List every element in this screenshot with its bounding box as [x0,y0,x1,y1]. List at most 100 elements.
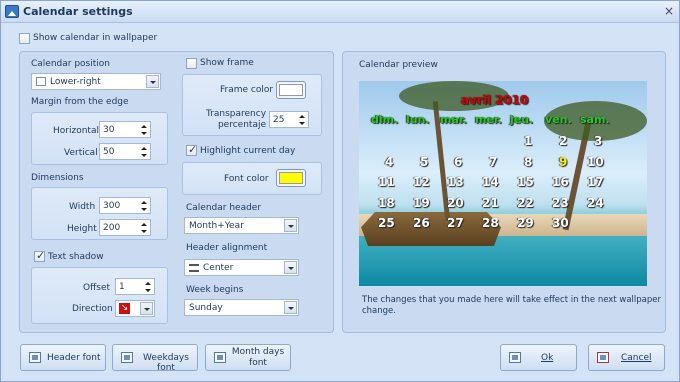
calendar-date: 29 [517,216,534,230]
close-icon[interactable]: × [662,4,676,18]
calendar-date: 13 [447,175,464,189]
height-value: 200 [103,223,121,233]
ok-button[interactable]: Ok [500,344,577,371]
calendar-date: 24 [587,195,604,210]
offset-spinner[interactable]: 1 [115,278,155,295]
calendar-date: 11 [378,175,395,189]
spin-up-icon[interactable] [141,201,147,204]
chevron-down-icon[interactable] [284,219,297,232]
height-label: Height [67,224,97,234]
header-font-button[interactable]: Header font [20,344,106,371]
calendar-date: 28 [482,216,499,230]
calendar-position-value: Lower-right [50,77,101,87]
chevron-down-icon[interactable] [140,302,153,315]
horizontal-spinner[interactable]: 30 [99,121,151,138]
font-icon [214,352,226,363]
calendar-date: 7 [489,154,498,169]
spin-down-icon[interactable] [141,230,147,233]
horizontal-label: Horizontal [53,126,99,136]
calendar-date: 16 [552,175,569,189]
ok-label: Ok [541,353,554,363]
spin-up-icon[interactable] [141,125,147,128]
chevron-down-icon[interactable] [146,75,159,88]
calendar-month-title: avril 2010 [461,93,529,107]
today-date: 9 [559,154,568,169]
vertical-value: 50 [103,147,115,157]
spin-up-icon[interactable] [299,115,305,118]
cancel-button[interactable]: Cancel [588,344,665,371]
calendar-date: 19 [413,195,430,210]
chevron-down-icon[interactable] [284,261,297,274]
spin-down-icon[interactable] [141,208,147,211]
frame-color-swatch [279,84,303,96]
chevron-down-icon[interactable] [284,301,297,314]
vertical-spinner[interactable]: 50 [99,143,151,160]
month-days-font-button[interactable]: Month days font [205,344,291,371]
width-value: 300 [103,201,121,211]
spin-down-icon[interactable] [141,132,147,135]
weekday-label: jeu. [510,113,534,126]
font-color-button[interactable] [276,169,306,187]
transparency-value: 25 [273,115,285,125]
calendar-settings-window: Calendar settings × Show calendar in wal… [0,0,680,382]
calendar-position-select[interactable]: Lower-right [31,73,161,90]
direction-label: Direction [72,304,113,314]
weekday-label: lun. [406,113,430,126]
week-begins-select[interactable]: Sunday [184,299,299,316]
weekday-label: ven. [545,113,572,126]
spin-down-icon[interactable] [145,289,151,292]
calendar-date: 1 [524,134,533,148]
spin-up-icon[interactable] [145,282,151,285]
show-frame-checkbox[interactable] [186,58,197,69]
font-icon [29,352,41,363]
calendar-date: 6 [454,154,463,169]
weekday-label: dim. [371,113,399,126]
calendar-date: 30 [552,216,569,230]
weekdays-font-label: Weekdays font [143,353,189,373]
spin-up-icon[interactable] [141,223,147,226]
calendar-date: 23 [552,195,569,210]
calendar-date: 21 [482,195,499,210]
calendar-header-value: Month+Year [189,221,244,231]
position-icon [36,77,46,86]
spin-down-icon[interactable] [141,154,147,157]
calendar-date: 18 [378,195,395,210]
font-color-swatch [279,172,303,184]
spin-up-icon[interactable] [141,147,147,150]
text-shadow-label: Text shadow [48,252,104,262]
width-label: Width [69,202,96,212]
header-alignment-select[interactable]: Center [184,259,299,276]
weekdays-font-button[interactable]: Weekdays font [112,344,198,373]
calendar-date: 5 [420,154,429,169]
calendar-position-label: Calendar position [31,59,110,69]
show-frame-label: Show frame [200,58,254,68]
calendar-date: 3 [594,134,603,148]
transparency-spinner[interactable]: 25 [269,111,309,128]
spin-down-icon[interactable] [299,122,305,125]
app-icon [5,5,19,18]
preview-note: The changes that you made here will take… [362,295,661,316]
width-spinner[interactable]: 300 [99,197,151,214]
show-in-wallpaper-checkbox[interactable] [19,33,30,44]
calendar-date: 17 [587,175,604,189]
calendar-header-label: Calendar header [186,203,262,213]
frame-color-button[interactable] [276,81,306,99]
header-font-label: Header font [47,353,101,363]
cancel-label: Cancel [621,353,652,363]
height-spinner[interactable]: 200 [99,219,151,236]
calendar-header-select[interactable]: Month+Year [184,217,299,234]
direction-select[interactable]: ↘ [115,300,155,317]
save-icon [509,352,521,363]
header-alignment-label: Header alignment [186,243,268,253]
calendar-date: 10 [587,154,604,169]
arrow-down-right-icon: ↘ [119,303,130,314]
vertical-label: Vertical [64,148,98,158]
offset-value: 1 [119,282,125,292]
font-icon [121,352,133,363]
highlight-today-checkbox[interactable] [186,143,197,156]
calendar-date: 22 [517,195,534,210]
transparency-label-text: Transparency percentaje [206,109,267,130]
text-shadow-checkbox[interactable] [34,249,45,262]
weekday-label: sam. [580,113,610,126]
calendar-date: 4 [385,154,394,169]
